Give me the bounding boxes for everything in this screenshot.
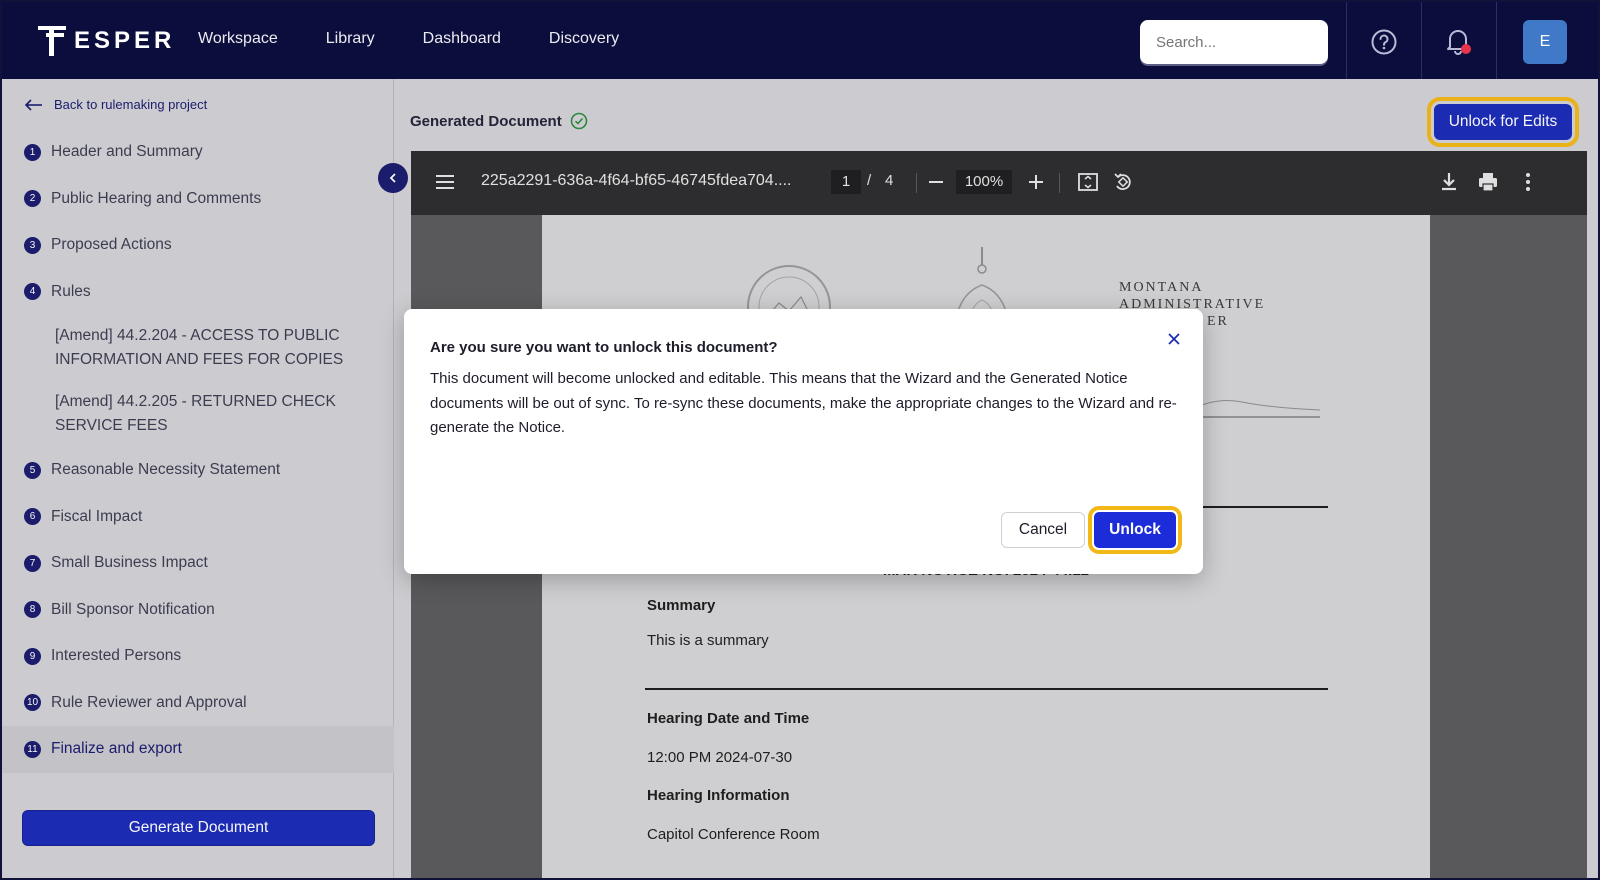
search-input[interactable] [1156, 33, 1355, 51]
bell-icon[interactable] [1444, 26, 1472, 56]
unlock-confirm-dialog: Are you sure you want to unlock this doc… [404, 309, 1203, 574]
notification-dot [1461, 44, 1471, 54]
cancel-button[interactable]: Cancel [1001, 512, 1085, 548]
search-box[interactable] [1140, 20, 1355, 64]
nav-discovery[interactable]: Discovery [549, 30, 619, 48]
esper-logo[interactable]: ESPER [38, 26, 175, 56]
nav-divider [1346, 2, 1347, 79]
close-icon[interactable] [1166, 331, 1182, 347]
nav-divider [1421, 2, 1422, 79]
logo-text: ESPER [74, 27, 176, 54]
esper-logo-icon [38, 26, 66, 56]
app-frame: ESPER Workspace Library Dashboard Discov… [0, 0, 1600, 880]
user-avatar[interactable]: E [1523, 20, 1567, 64]
nav-library[interactable]: Library [326, 30, 375, 48]
dialog-title: Are you sure you want to unlock this doc… [430, 339, 778, 356]
dialog-message: This document will become unlocked and e… [430, 370, 1177, 436]
top-nav-bar: ESPER Workspace Library Dashboard Discov… [2, 2, 1598, 79]
unlock-button[interactable]: Unlock [1088, 506, 1182, 554]
nav-divider [1496, 2, 1497, 79]
main-nav: Workspace Library Dashboard Discovery [198, 30, 667, 48]
help-icon[interactable] [1370, 28, 1398, 56]
nav-workspace[interactable]: Workspace [198, 30, 278, 48]
nav-dashboard[interactable]: Dashboard [423, 30, 501, 48]
